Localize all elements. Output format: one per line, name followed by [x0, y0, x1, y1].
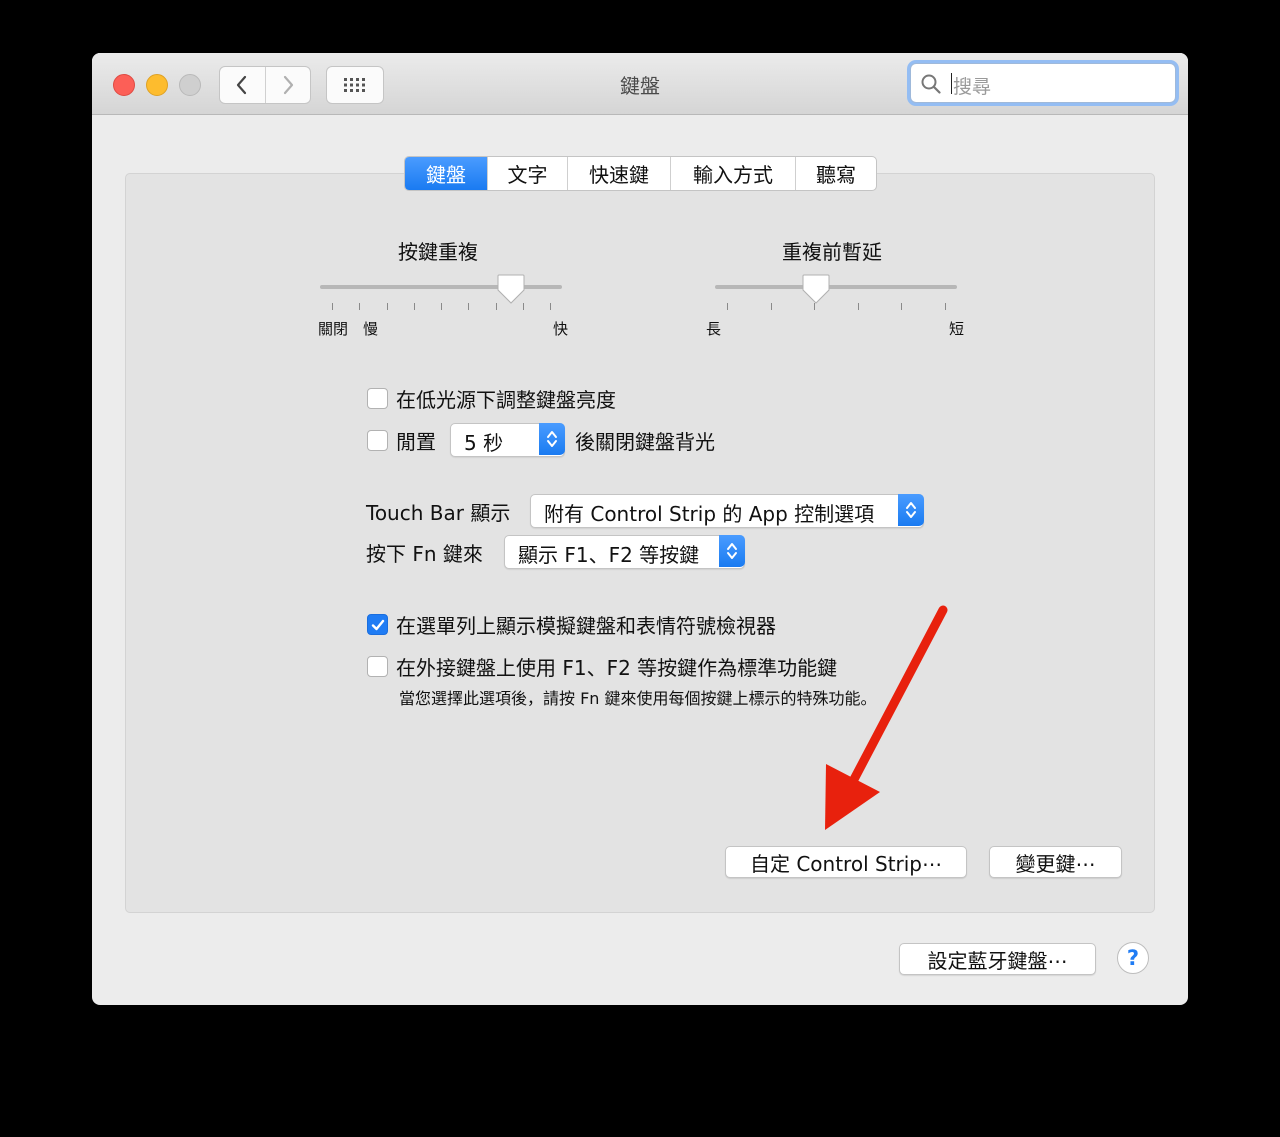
fn-label: 按下 Fn 鍵來: [366, 542, 483, 566]
search-icon: [921, 74, 941, 94]
repeat-delay-short-label: 短: [949, 320, 965, 338]
setup-bluetooth-keyboard-button[interactable]: 設定藍牙鍵盤⋯: [899, 943, 1096, 975]
slider-tick: [386, 303, 388, 310]
slider-tick: [359, 303, 361, 310]
slider-tick: [945, 303, 946, 310]
low-light-brightness-label: 在低光源下調整鍵盤亮度: [396, 388, 616, 412]
tab-shortcuts[interactable]: 快速鍵: [567, 157, 670, 190]
low-light-brightness-checkbox[interactable]: [367, 388, 388, 409]
checkmark-icon: [371, 619, 385, 631]
customize-control-strip-button[interactable]: 自定 Control Strip⋯: [725, 846, 967, 878]
slider-knob[interactable]: [801, 273, 831, 305]
slider-tick: [332, 303, 333, 310]
repeat-delay-title: 重複前暫延: [782, 240, 882, 264]
slider-tick: [413, 303, 415, 310]
popup-arrows-icon: [898, 494, 924, 526]
standard-function-keys-checkbox[interactable]: [367, 656, 388, 677]
tab-bar: 鍵盤 文字 快速鍵 輸入方式 聽寫: [404, 156, 877, 191]
key-repeat-slow-label: 慢: [363, 320, 379, 338]
keyboard-viewer-checkbox[interactable]: [367, 614, 388, 635]
popup-arrows-icon: [539, 423, 565, 455]
repeat-delay-long-label: 長: [706, 320, 722, 338]
touchbar-popup[interactable]: 附有 Control Strip 的 App 控制選項: [530, 494, 924, 528]
slider-tick: [441, 303, 442, 310]
fn-action-value: 顯示 F1、F2 等按鍵: [518, 543, 700, 567]
popup-arrows-icon: [719, 535, 745, 567]
keyboard-viewer-label: 在選單列上顯示模擬鍵盤和表情符號檢視器: [396, 614, 776, 638]
idle-label: 閒置: [396, 430, 436, 454]
idle-suffix-label: 後關閉鍵盤背光: [575, 430, 715, 454]
text-caret: [951, 73, 952, 94]
slider-tick: [901, 303, 903, 310]
modifier-keys-button[interactable]: 變更鍵⋯: [989, 846, 1122, 878]
slider-tick: [727, 303, 728, 310]
slider-tick: [550, 303, 551, 310]
search-placeholder: 搜尋: [953, 76, 992, 98]
key-repeat-off-label: 關閉: [318, 320, 349, 338]
slider-tick: [857, 303, 859, 310]
tab-dictation[interactable]: 聽寫: [795, 157, 876, 190]
slider-tick: [770, 303, 772, 310]
titlebar: 鍵盤 搜尋: [92, 53, 1188, 115]
search-field[interactable]: 搜尋: [910, 63, 1176, 103]
keyboard-preferences-window: 鍵盤 搜尋 鍵盤 文字 快速鍵 輸入方式 聽寫 按鍵重複 關閉 慢 快 重複前暫…: [92, 53, 1188, 1005]
fn-action-popup[interactable]: 顯示 F1、F2 等按鍵: [504, 535, 745, 569]
idle-time-value: 5 秒: [464, 431, 504, 455]
key-repeat-title: 按鍵重複: [398, 240, 478, 264]
slider-tick: [468, 303, 470, 310]
help-button[interactable]: ?: [1117, 942, 1149, 974]
slider-knob[interactable]: [496, 273, 526, 305]
tab-keyboard[interactable]: 鍵盤: [405, 157, 487, 190]
touchbar-value: 附有 Control Strip 的 App 控制選項: [544, 502, 875, 526]
tab-text[interactable]: 文字: [487, 157, 567, 190]
tab-input-sources[interactable]: 輸入方式: [670, 157, 795, 190]
touchbar-label: Touch Bar 顯示: [366, 501, 511, 525]
idle-time-popup[interactable]: 5 秒: [450, 423, 565, 457]
idle-backlight-checkbox[interactable]: [367, 430, 388, 451]
key-repeat-fast-label: 快: [553, 320, 569, 338]
repeat-delay-track[interactable]: [715, 285, 957, 289]
standard-function-keys-label: 在外接鍵盤上使用 F1、F2 等按鍵作為標準功能鍵: [396, 656, 838, 680]
standard-function-keys-note: 當您選擇此選項後，請按 Fn 鍵來使用每個按鍵上標示的特殊功能。: [399, 689, 877, 708]
